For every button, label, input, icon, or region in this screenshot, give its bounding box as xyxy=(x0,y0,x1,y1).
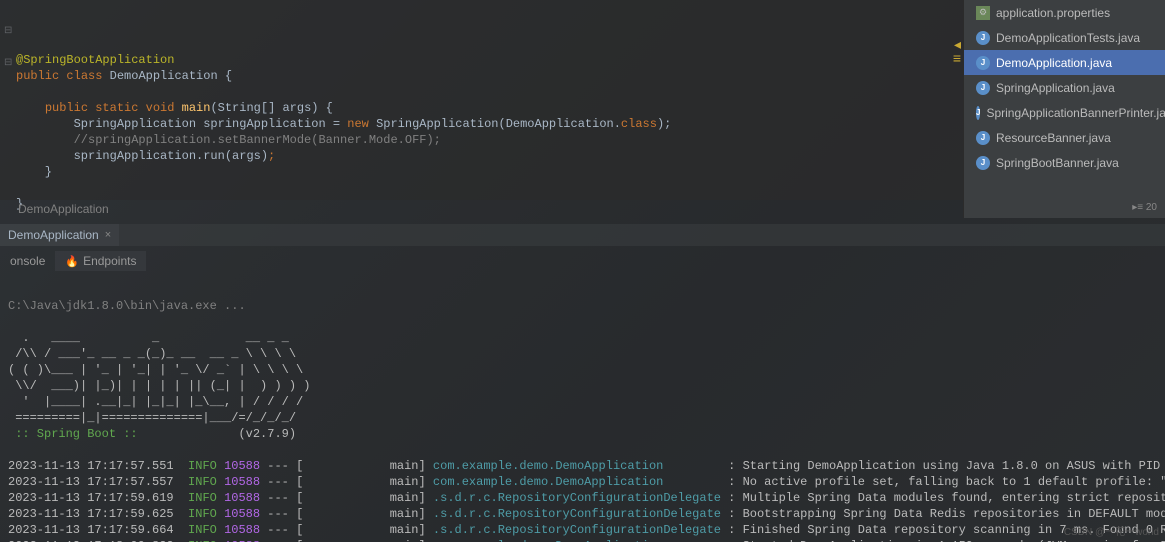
file-structure-panel: application.properties DemoApplicationTes… xyxy=(963,0,1165,218)
close-icon[interactable]: × xyxy=(105,229,111,241)
params: (String[] args) { xyxy=(210,101,332,115)
breadcrumb[interactable]: DemoApplication xyxy=(18,202,109,216)
code-text: springApplication.run(args) xyxy=(16,149,268,163)
log-line: 2023-11-13 17:17:57.551 INFO 10588 --- [… xyxy=(8,458,1157,474)
file-item[interactable]: ResourceBanner.java xyxy=(964,125,1165,150)
file-name: application.properties xyxy=(996,6,1110,20)
file-item[interactable]: DemoApplication.java xyxy=(964,50,1165,75)
file-item[interactable]: SpringApplication.java xyxy=(964,75,1165,100)
file-name: SpringApplicationBannerPrinter.ja xyxy=(986,106,1165,120)
code-text: SpringApplication springApplication = xyxy=(16,117,347,131)
annotation: @SpringBootApplication xyxy=(16,53,174,67)
tab-endpoints[interactable]: 🔥 Endpoints xyxy=(55,251,146,271)
fire-icon: 🔥 xyxy=(65,255,79,268)
java-class-icon xyxy=(976,106,980,120)
file-name: DemoApplicationTests.java xyxy=(996,31,1140,45)
brace: } xyxy=(16,165,52,179)
tab-console[interactable]: onsole xyxy=(0,251,55,271)
keyword: class xyxy=(66,69,102,83)
spring-banner: . ____ _ __ _ _ /\\ / ___'_ __ _ _(_)_ _… xyxy=(8,331,310,425)
code-editor[interactable]: ⊟ ⊟ @SpringBootApplication public class … xyxy=(0,0,963,200)
run-config-tab[interactable]: DemoApplication × xyxy=(0,224,119,246)
spring-boot-version: (v2.7.9) xyxy=(145,427,296,441)
file-item[interactable]: SpringApplicationBannerPrinter.ja xyxy=(964,100,1165,125)
keyword: new xyxy=(347,117,369,131)
log-line: 2023-11-13 17:17:57.557 INFO 10588 --- [… xyxy=(8,474,1157,490)
keyword: public static void xyxy=(45,101,175,115)
log-line: 2023-11-13 17:17:59.619 INFO 10588 --- [… xyxy=(8,490,1157,506)
file-name: ResourceBanner.java xyxy=(996,131,1111,145)
keyword: class xyxy=(621,117,657,131)
brace: { xyxy=(218,69,232,83)
java-class-icon xyxy=(976,156,990,170)
java-class-icon xyxy=(976,81,990,95)
change-marker-icon[interactable]: ≡ xyxy=(953,50,961,66)
tab-label: Endpoints xyxy=(83,254,136,268)
fold-icon[interactable]: ⊟ xyxy=(4,56,12,72)
method-name: main xyxy=(182,101,211,115)
watermark: CSDN @一花一world xyxy=(1064,523,1159,538)
file-name: SpringBootBanner.java xyxy=(996,156,1119,170)
code-text: ); xyxy=(657,117,671,131)
file-name: DemoApplication.java xyxy=(996,56,1112,70)
run-config-label: DemoApplication xyxy=(8,228,99,242)
fold-icon[interactable]: ⊟ xyxy=(4,24,12,40)
console-output[interactable]: C:\Java\jdk1.8.0\bin\java.exe ... . ____… xyxy=(0,278,1165,542)
keyword: public xyxy=(16,69,59,83)
log-line: 2023-11-13 17:18:00.833 INFO 10588 --- [… xyxy=(8,538,1157,542)
properties-icon xyxy=(976,6,990,20)
file-item[interactable]: SpringBootBanner.java xyxy=(964,150,1165,175)
log-line: 2023-11-13 17:17:59.625 INFO 10588 --- [… xyxy=(8,506,1157,522)
class-name: DemoApplication xyxy=(110,69,218,83)
console-command: C:\Java\jdk1.8.0\bin\java.exe ... xyxy=(8,299,246,313)
editor-status[interactable]: ▸≡ 20 xyxy=(1132,202,1157,213)
spring-boot-label: :: Spring Boot :: xyxy=(8,427,145,441)
java-class-icon xyxy=(976,56,990,70)
comment: //springApplication.setBannerMode(Banner… xyxy=(16,133,441,147)
file-item[interactable]: application.properties xyxy=(964,0,1165,25)
file-item[interactable]: DemoApplicationTests.java xyxy=(964,25,1165,50)
tool-window-tabs: onsole 🔥 Endpoints xyxy=(0,250,146,272)
code-text: SpringApplication(DemoApplication. xyxy=(369,117,621,131)
java-class-icon xyxy=(976,31,990,45)
java-class-icon xyxy=(976,131,990,145)
file-name: SpringApplication.java xyxy=(996,81,1115,95)
log-line: 2023-11-13 17:17:59.664 INFO 10588 --- [… xyxy=(8,522,1157,538)
run-toolbar: DemoApplication × xyxy=(0,224,1165,246)
semicolon: ; xyxy=(268,149,275,163)
